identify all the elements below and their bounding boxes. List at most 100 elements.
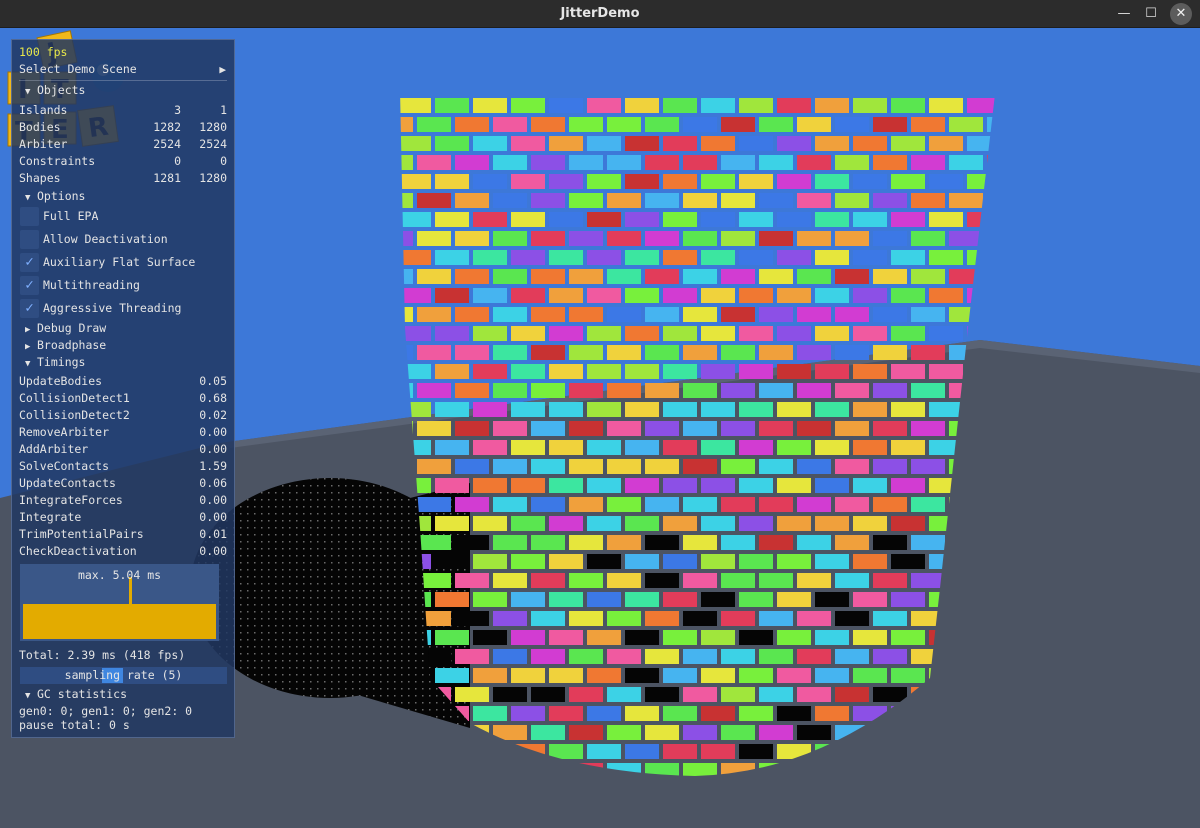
brick [873, 573, 907, 588]
brick [739, 668, 773, 683]
brick [759, 687, 793, 702]
checkbox[interactable] [20, 207, 39, 226]
brick [531, 535, 565, 550]
brick [683, 725, 717, 740]
brick [473, 440, 507, 455]
brick [587, 478, 621, 493]
brick [417, 193, 451, 208]
select-demo-scene-label: Select Demo Scene [19, 62, 137, 76]
option-checkbox-row[interactable]: ✓ Aggressive Threading [12, 298, 234, 319]
window-titlebar: JitterDemo — ☐ ✕ [0, 0, 1200, 28]
brick [721, 459, 755, 474]
brick [683, 611, 717, 626]
debug-draw-header[interactable]: ▶ Debug Draw [12, 320, 234, 337]
checkbox[interactable]: ✓ [20, 299, 39, 318]
timing-row: Integrate 0.00 [12, 509, 234, 526]
brick [435, 402, 469, 417]
brick [815, 136, 849, 151]
brick [511, 250, 545, 265]
brick [701, 478, 735, 493]
brick [569, 231, 603, 246]
objects-row-value-b: 1280 [199, 120, 227, 134]
objects-row-value-b: 0 [220, 154, 227, 168]
brick [853, 212, 887, 227]
brick [549, 212, 583, 227]
brick [435, 516, 469, 531]
brick [929, 136, 963, 151]
brick [473, 136, 507, 151]
debug-draw-label: Debug Draw [37, 321, 107, 335]
broadphase-label: Broadphase [37, 338, 107, 352]
brick [701, 440, 735, 455]
brick [663, 592, 697, 607]
objects-row-label: Islands [19, 103, 68, 117]
brick [473, 288, 507, 303]
checkbox[interactable]: ✓ [20, 276, 39, 295]
brick [587, 174, 621, 189]
brick [549, 554, 583, 569]
minimize-button[interactable]: — [1114, 4, 1134, 24]
objects-row-value-a: 1281 [153, 171, 181, 185]
brick [739, 174, 773, 189]
maximize-button[interactable]: ☐ [1141, 4, 1161, 24]
brick [683, 535, 717, 550]
checkbox[interactable]: ✓ [20, 253, 39, 272]
brick [777, 212, 811, 227]
brick [625, 212, 659, 227]
brick [911, 535, 945, 550]
brick [891, 630, 925, 645]
brick [473, 592, 507, 607]
brick [607, 687, 641, 702]
brick [569, 345, 603, 360]
brick [400, 326, 431, 341]
brick [891, 288, 925, 303]
brick [569, 269, 603, 284]
brick [777, 364, 811, 379]
brick [835, 611, 869, 626]
brick [511, 212, 545, 227]
brick [569, 383, 603, 398]
brick [683, 459, 717, 474]
close-button[interactable]: ✕ [1170, 3, 1192, 25]
brick [815, 326, 849, 341]
option-checkbox-row[interactable]: Allow Deactivation [12, 229, 234, 250]
brick [455, 383, 489, 398]
option-checkbox-row[interactable]: Full EPA [12, 206, 234, 227]
brick [625, 516, 659, 531]
brick [645, 725, 679, 740]
brick [777, 516, 811, 531]
brick [549, 364, 583, 379]
brick [987, 269, 995, 284]
options-header[interactable]: ▼ Options [12, 188, 234, 205]
brick [625, 136, 659, 151]
brick [911, 155, 945, 170]
brick [987, 193, 995, 208]
timings-header[interactable]: ▼ Timings [12, 354, 234, 371]
option-checkbox-row[interactable]: ✓ Auxiliary Flat Surface [12, 252, 234, 273]
brick [569, 193, 603, 208]
gc-pause: pause total: 0 s [12, 718, 234, 733]
brick [587, 402, 621, 417]
brick [417, 535, 451, 550]
brick [663, 364, 697, 379]
brick [645, 307, 679, 322]
option-checkbox-row[interactable]: ✓ Multithreading [12, 275, 234, 296]
brick [739, 554, 773, 569]
objects-header[interactable]: ▼ Objects [12, 82, 234, 99]
timing-row-value: 1.59 [199, 459, 227, 473]
brick [531, 231, 565, 246]
check-icon: ✓ [25, 277, 34, 293]
brick [435, 174, 469, 189]
broadphase-header[interactable]: ▶ Broadphase [12, 337, 234, 354]
check-icon: ✓ [25, 300, 34, 316]
brick [891, 668, 925, 683]
brick [663, 98, 697, 113]
brick [701, 592, 735, 607]
select-demo-scene[interactable]: Select Demo Scene ▶ [12, 61, 234, 78]
brick [739, 98, 773, 113]
gc-statistics-header[interactable]: ▼ GC statistics [12, 686, 234, 703]
sampling-rate-slider[interactable]: sampling rate (5) [20, 667, 227, 684]
brick [493, 535, 527, 550]
checkbox[interactable] [20, 230, 39, 249]
brick [759, 573, 793, 588]
